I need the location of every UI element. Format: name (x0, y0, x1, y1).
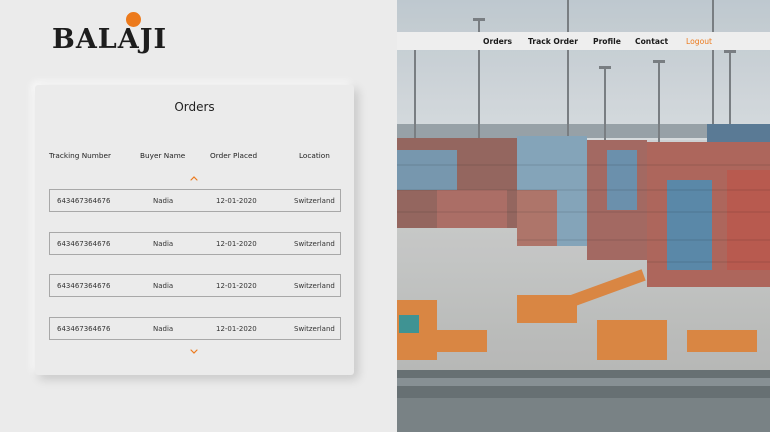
header-order-placed: Order Placed (210, 151, 258, 160)
cell-buyer: Nadia (153, 240, 174, 248)
cell-tracking: 643467364676 (57, 197, 111, 205)
header-location: Location (299, 151, 330, 160)
logo-dot-icon (126, 12, 141, 27)
nav-logout[interactable]: Logout (686, 37, 712, 46)
cell-date: 12-01-2020 (216, 325, 257, 333)
top-nav-bar: Orders Track Order Profile Contact Logou… (397, 32, 770, 50)
left-panel: BALAJI Orders Tracking Number Buyer Name… (0, 0, 397, 432)
nav-track-order[interactable]: Track Order (528, 37, 578, 46)
cell-tracking: 643467364676 (57, 282, 111, 290)
cell-date: 12-01-2020 (216, 197, 257, 205)
cell-buyer: Nadia (153, 282, 174, 290)
table-row[interactable]: 643467364676 Nadia 12-01-2020 Switzerlan… (49, 317, 341, 340)
cell-tracking: 643467364676 (57, 325, 111, 333)
table-row[interactable]: 643467364676 Nadia 12-01-2020 Switzerlan… (49, 274, 341, 297)
nav-profile[interactable]: Profile (593, 37, 621, 46)
cell-location: Switzerland (294, 325, 335, 333)
cell-date: 12-01-2020 (216, 282, 257, 290)
port-photo (397, 0, 770, 432)
chevron-down-icon[interactable] (188, 346, 200, 356)
chevron-up-icon[interactable] (188, 174, 200, 184)
cell-buyer: Nadia (153, 197, 174, 205)
brand-logo[interactable]: BALAJI (52, 12, 168, 55)
cell-location: Switzerland (294, 240, 335, 248)
nav-contact[interactable]: Contact (635, 37, 668, 46)
cell-date: 12-01-2020 (216, 240, 257, 248)
cell-buyer: Nadia (153, 325, 174, 333)
cell-tracking: 643467364676 (57, 240, 111, 248)
table-row[interactable]: 643467364676 Nadia 12-01-2020 Switzerlan… (49, 189, 341, 212)
nav-orders[interactable]: Orders (483, 37, 512, 46)
header-tracking-number: Tracking Number (49, 151, 112, 160)
cell-location: Switzerland (294, 282, 335, 290)
table-row[interactable]: 643467364676 Nadia 12-01-2020 Switzerlan… (49, 232, 341, 255)
header-buyer-name: Buyer Name (140, 151, 186, 160)
hero-image-panel: Orders Track Order Profile Contact Logou… (397, 0, 770, 432)
cell-location: Switzerland (294, 197, 335, 205)
brand-name: BALAJI (52, 24, 168, 55)
orders-title: Orders (174, 100, 215, 114)
orders-card: Orders Tracking Number Buyer Name Order … (35, 85, 354, 375)
